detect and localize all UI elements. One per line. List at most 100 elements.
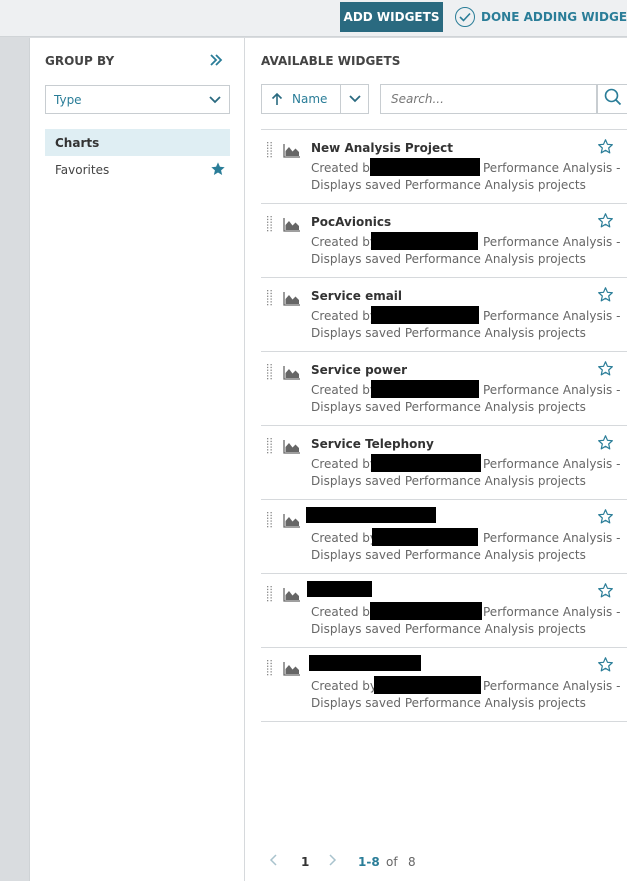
drag-handle-icon[interactable] — [267, 660, 273, 680]
sort-control[interactable]: Name — [261, 84, 369, 114]
widget-created-by: Created by — [311, 605, 378, 619]
group-by-sidebar: GROUP BY Type Charts Favorites — [30, 38, 245, 881]
redacted-creator — [371, 232, 478, 250]
chevron-left-icon[interactable] — [269, 854, 277, 869]
page-range: 1-8 — [358, 855, 380, 869]
widget-name: Service Telephony — [311, 437, 434, 451]
redacted-creator — [370, 602, 482, 620]
widget-type-label: Performance Analysis - — [483, 309, 621, 323]
chevron-down-icon — [209, 94, 221, 108]
star-outline-icon[interactable] — [597, 508, 614, 529]
available-widgets-title: AVAILABLE WIDGETS — [261, 54, 401, 68]
widget-type-label: Performance Analysis - — [483, 679, 621, 693]
widget-row[interactable]: Service email Created by Performance Ana… — [261, 278, 627, 352]
area-chart-icon — [283, 291, 301, 310]
widget-type-label: Performance Analysis - — [483, 161, 621, 175]
widget-created-by: Created by — [311, 679, 378, 693]
sort-ascending-icon[interactable] — [262, 85, 292, 113]
group-item-label: Charts — [55, 135, 100, 150]
widget-description: Displays saved Performance Analysis proj… — [311, 696, 586, 710]
widget-description: Displays saved Performance Analysis proj… — [311, 178, 586, 192]
widget-type-label: Performance Analysis - — [483, 235, 621, 249]
widget-created-by: Created by — [311, 235, 378, 249]
group-item-charts[interactable]: Charts — [45, 129, 230, 156]
search-icon — [604, 88, 622, 110]
widget-name: New Analysis Project — [311, 141, 453, 155]
redacted-creator — [371, 380, 479, 398]
area-chart-icon — [283, 587, 301, 606]
search-input[interactable] — [380, 84, 597, 114]
widget-description: Displays saved Performance Analysis proj… — [311, 622, 586, 636]
sort-field-label: Name — [292, 92, 328, 106]
group-item-label: Favorites — [55, 162, 110, 177]
drag-handle-icon[interactable] — [267, 290, 273, 310]
star-outline-icon[interactable] — [597, 656, 614, 677]
star-outline-icon[interactable] — [597, 212, 614, 233]
widget-description: Displays saved Performance Analysis proj… — [311, 474, 586, 488]
widget-row[interactable]: Service Telephony Created by Performance… — [261, 426, 627, 500]
widget-created-by: Created by — [311, 383, 378, 397]
page-of-label: of — [386, 855, 398, 869]
search-button[interactable] — [597, 84, 627, 114]
redacted-widget-name — [306, 507, 436, 523]
pagination: 1 1-8 of 8 — [261, 852, 441, 872]
sort-dropdown-chevron-icon[interactable] — [340, 85, 368, 113]
top-toolbar: ADD WIDGETS DONE ADDING WIDGETS — [0, 0, 627, 37]
widget-created-by: Created by — [311, 309, 378, 323]
star-outline-icon[interactable] — [597, 582, 614, 603]
group-by-select[interactable]: Type — [45, 85, 230, 114]
redacted-widget-name — [307, 581, 372, 597]
widget-created-by: Created by — [311, 457, 378, 471]
redacted-creator — [371, 454, 481, 472]
drag-handle-icon[interactable] — [267, 364, 273, 384]
redacted-creator — [372, 528, 478, 546]
widget-list: New Analysis Project Created by Performa… — [261, 129, 627, 722]
star-filled-icon — [210, 161, 226, 180]
drag-handle-icon[interactable] — [267, 512, 273, 532]
widget-name: PocAvionics — [311, 215, 392, 229]
drag-handle-icon[interactable] — [267, 142, 273, 162]
widget-name: Service power — [311, 363, 408, 377]
widget-type-label: Performance Analysis - — [483, 531, 621, 545]
widget-row[interactable]: Created by Performance Analysis - Displa… — [261, 574, 627, 648]
redacted-creator — [374, 676, 481, 694]
chevron-right-icon[interactable] — [329, 854, 337, 869]
double-chevron-right-icon[interactable] — [208, 52, 224, 68]
star-outline-icon[interactable] — [597, 434, 614, 455]
widget-row[interactable]: Service power Created by Performance Ana… — [261, 352, 627, 426]
drag-handle-icon[interactable] — [267, 216, 273, 236]
widget-type-label: Performance Analysis - — [483, 457, 621, 471]
redacted-creator — [371, 306, 479, 324]
drag-handle-icon[interactable] — [267, 586, 273, 606]
done-adding-label: DONE ADDING WIDGETS — [481, 10, 627, 24]
star-outline-icon[interactable] — [597, 360, 614, 381]
widget-created-by: Created by — [311, 161, 378, 175]
redacted-widget-name — [309, 655, 421, 671]
area-chart-icon — [283, 217, 301, 236]
drag-handle-icon[interactable] — [267, 438, 273, 458]
widget-name: Service email — [311, 289, 403, 303]
area-chart-icon — [283, 365, 301, 384]
add-widgets-button[interactable]: ADD WIDGETS — [340, 2, 443, 32]
area-chart-icon — [283, 661, 301, 680]
group-by-select-value: Type — [54, 92, 82, 107]
redacted-creator — [370, 158, 480, 176]
group-item-favorites[interactable]: Favorites — [45, 156, 230, 183]
page-number[interactable]: 1 — [301, 855, 309, 869]
star-outline-icon[interactable] — [597, 138, 614, 159]
star-outline-icon[interactable] — [597, 286, 614, 307]
widget-row[interactable]: PocAvionics Created by Performance Analy… — [261, 204, 627, 278]
available-widgets-section: AVAILABLE WIDGETS Name New Analysis Proj — [246, 38, 627, 881]
area-chart-icon — [283, 439, 301, 458]
widget-row[interactable]: New Analysis Project Created by Performa… — [261, 130, 627, 204]
page-total: 8 — [408, 855, 416, 869]
widget-created-by: Created by — [311, 531, 378, 545]
widget-panel: GROUP BY Type Charts Favorites AVAILABLE… — [29, 38, 627, 881]
widget-description: Displays saved Performance Analysis proj… — [311, 548, 586, 562]
widget-description: Displays saved Performance Analysis proj… — [311, 400, 586, 414]
widget-row[interactable]: Created by Performance Analysis - Displa… — [261, 500, 627, 574]
widget-row[interactable]: Created by Performance Analysis - Displa… — [261, 648, 627, 722]
check-circle-icon — [455, 7, 475, 27]
done-adding-widgets-button[interactable]: DONE ADDING WIDGETS — [455, 2, 627, 32]
widget-type-label: Performance Analysis - — [483, 383, 621, 397]
